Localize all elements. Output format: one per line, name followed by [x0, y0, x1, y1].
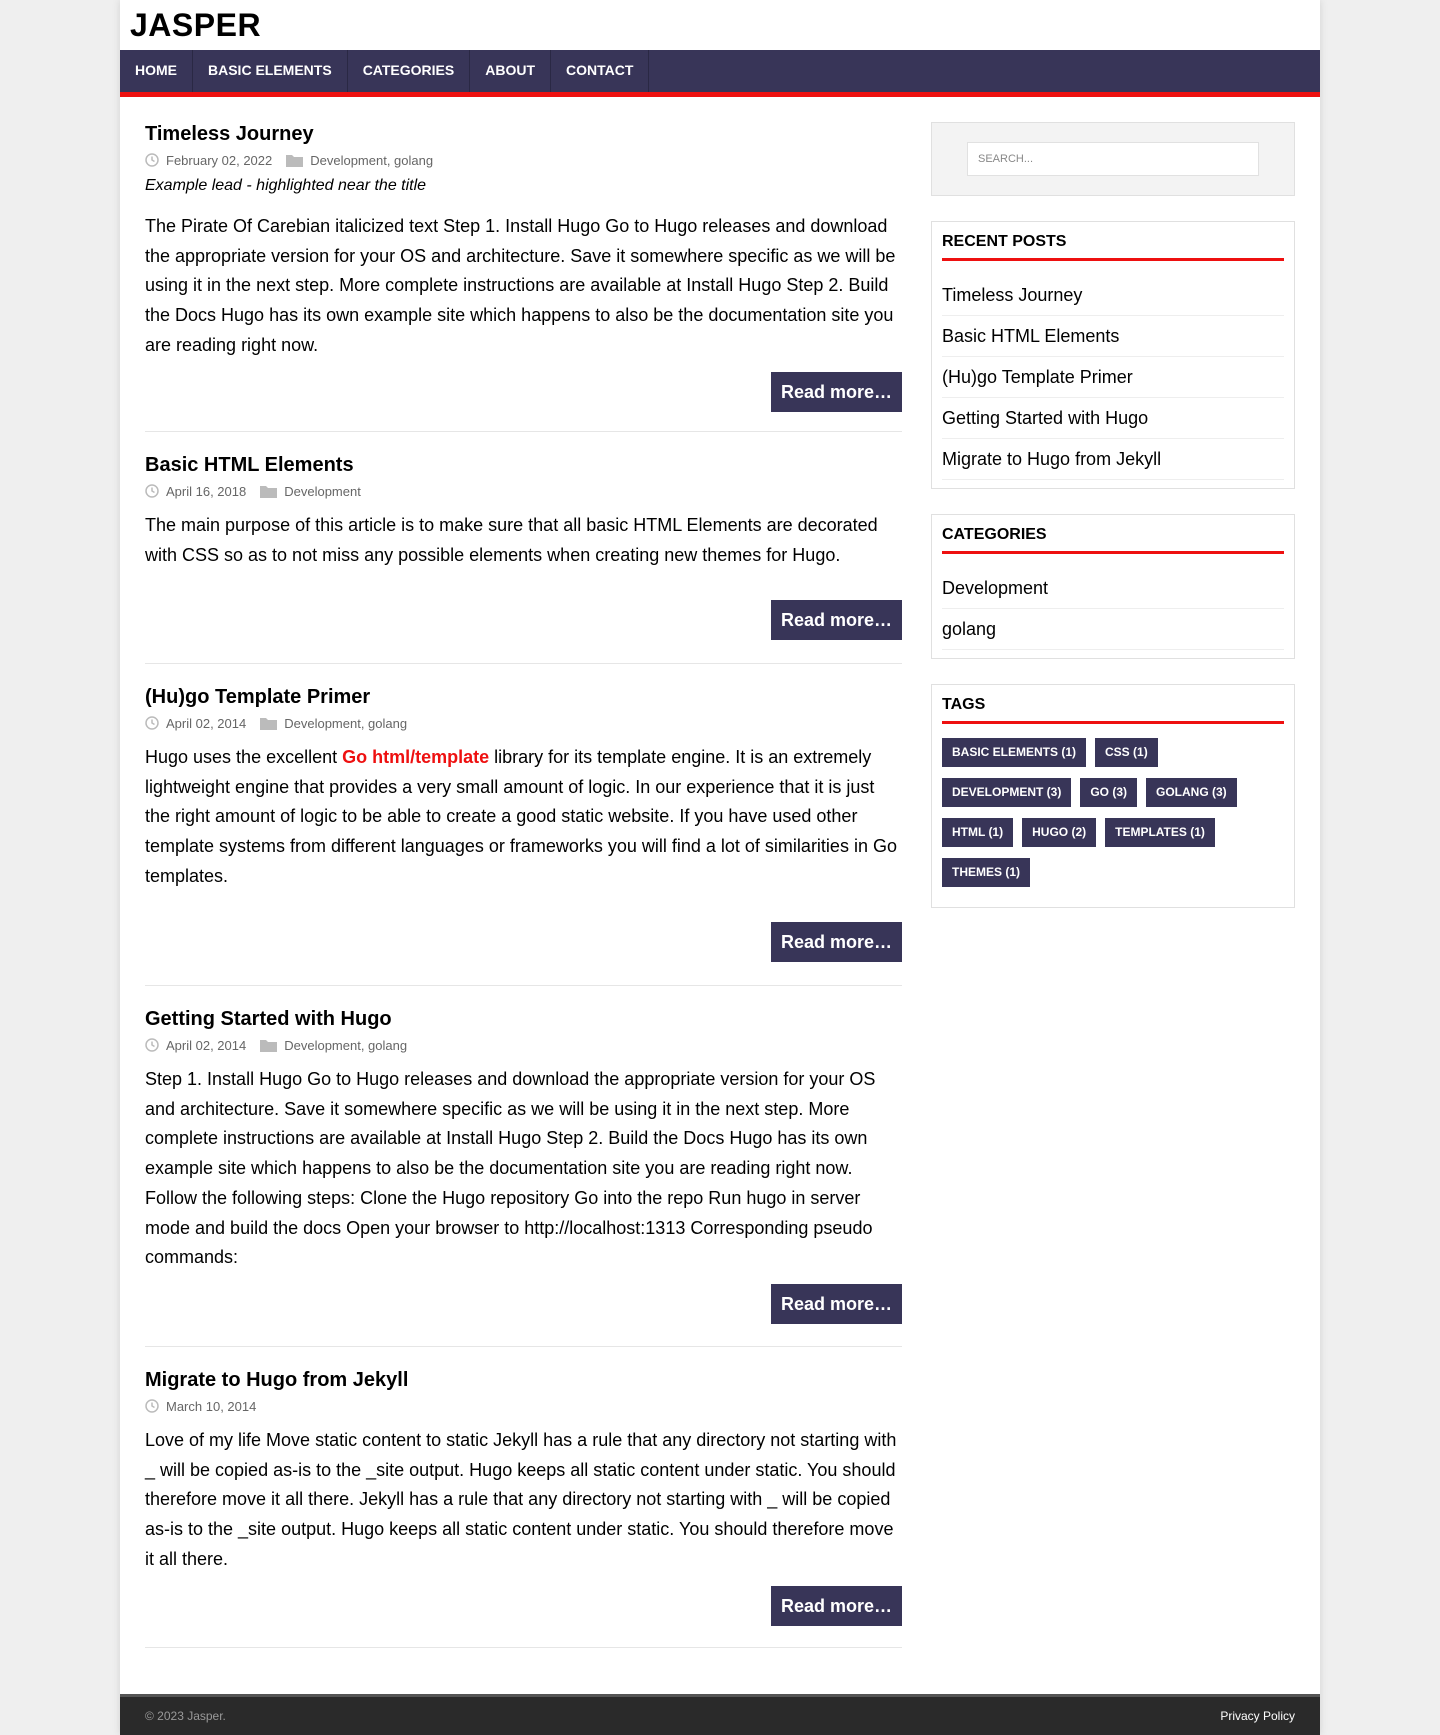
read-more-button[interactable]: Read more…: [770, 1585, 902, 1626]
clock-icon: [145, 1399, 159, 1413]
nav-basic-elements[interactable]: BASIC ELEMENTS: [193, 50, 348, 92]
search-widget: SEARCH...: [931, 122, 1295, 196]
post-meta: April 02, 2014 Development, golang: [145, 713, 902, 733]
nav-home[interactable]: HOME: [120, 50, 193, 92]
go-template-link[interactable]: Go html/template: [342, 747, 489, 767]
category-link[interactable]: golang: [942, 609, 1284, 650]
post-date: April 16, 2018: [166, 483, 247, 499]
nav-categories[interactable]: CATEGORIES: [348, 50, 471, 92]
nav-contact[interactable]: CONTACT: [551, 50, 650, 92]
category-link[interactable]: Development: [942, 568, 1284, 609]
post-excerpt: Step 1. Install Hugo Go to Hugo releases…: [145, 1069, 876, 1268]
tag-link[interactable]: DEVELOPMENT (3): [942, 778, 1072, 807]
folder-icon: [260, 1040, 278, 1052]
post-date: March 10, 2014: [166, 1398, 257, 1414]
tag-link[interactable]: GOLANG (3): [1146, 778, 1237, 807]
clock-icon: [145, 484, 159, 498]
main-nav: HOME BASIC ELEMENTS CATEGORIES ABOUT CON…: [120, 50, 1320, 97]
privacy-policy-link[interactable]: Privacy Policy: [1220, 1709, 1295, 1723]
clock-icon: [145, 1038, 159, 1052]
post-categories[interactable]: Development, golang: [310, 153, 433, 168]
post-title[interactable]: Timeless Journey: [145, 122, 902, 146]
copyright-text: © 2023 Jasper.: [145, 1709, 226, 1723]
post-item: Basic HTML Elements April 16, 2018 Devel…: [145, 432, 902, 664]
folder-icon: [286, 155, 304, 167]
tag-link[interactable]: GO (3): [1080, 778, 1138, 807]
post-date: February 02, 2022: [166, 152, 273, 168]
post-title[interactable]: (Hu)go Template Primer: [145, 685, 902, 709]
post-categories[interactable]: Development: [284, 484, 361, 499]
read-more-button[interactable]: Read more…: [770, 1283, 902, 1324]
widget-title: CATEGORIES: [942, 525, 1284, 554]
post-categories[interactable]: Development, golang: [284, 1038, 407, 1053]
sidebar: SEARCH... RECENT POSTS Timeless Journey …: [931, 122, 1295, 933]
post-item: Migrate to Hugo from Jekyll March 10, 20…: [145, 1347, 902, 1648]
post-meta: February 02, 2022 Development, golang: [145, 150, 902, 170]
post-lead: Example lead - highlighted near the titl…: [145, 177, 427, 194]
nav-about[interactable]: ABOUT: [470, 50, 551, 92]
tag-link[interactable]: TEMPLATES (1): [1105, 818, 1215, 847]
post-date: April 02, 2014: [166, 715, 247, 731]
tag-link[interactable]: HUGO (2): [1022, 818, 1097, 847]
recent-post-link[interactable]: Timeless Journey: [942, 275, 1284, 316]
post-title[interactable]: Migrate to Hugo from Jekyll: [145, 1368, 902, 1392]
recent-post-link[interactable]: Getting Started with Hugo: [942, 398, 1284, 439]
recent-post-link[interactable]: (Hu)go Template Primer: [942, 357, 1284, 398]
post-meta: April 16, 2018 Development: [145, 481, 902, 501]
tag-link[interactable]: THEMES (1): [942, 858, 1031, 887]
tag-link[interactable]: BASIC ELEMENTS (1): [942, 738, 1087, 767]
post-list: Timeless Journey February 02, 2022 Devel…: [145, 122, 902, 1648]
post-title[interactable]: Basic HTML Elements: [145, 453, 902, 477]
tag-cloud: BASIC ELEMENTS (1) CSS (1) DEVELOPMENT (…: [942, 738, 1284, 899]
post-date: April 02, 2014: [166, 1037, 247, 1053]
post-item: Getting Started with Hugo April 02, 2014…: [145, 986, 902, 1347]
excerpt-text: library for its template engine. It is a…: [145, 747, 897, 886]
recent-posts-widget: RECENT POSTS Timeless Journey Basic HTML…: [931, 221, 1295, 489]
post-meta: April 02, 2014 Development, golang: [145, 1035, 902, 1055]
categories-widget: CATEGORIES Development golang: [931, 514, 1295, 659]
recent-post-link[interactable]: Migrate to Hugo from Jekyll: [942, 439, 1284, 480]
site-header: JASPER: [120, 0, 1320, 50]
post-excerpt: Love of my life Move static content to s…: [145, 1430, 897, 1569]
site-logo[interactable]: JASPER: [130, 6, 1310, 44]
tag-link[interactable]: CSS (1): [1095, 738, 1158, 767]
post-categories[interactable]: Development, golang: [284, 716, 407, 731]
page-container: JASPER HOME BASIC ELEMENTS CATEGORIES AB…: [120, 0, 1320, 1735]
read-more-button[interactable]: Read more…: [770, 600, 902, 641]
widget-title: RECENT POSTS: [942, 232, 1284, 261]
post-excerpt: The main purpose of this article is to m…: [145, 515, 878, 565]
clock-icon: [145, 716, 159, 730]
tags-widget: TAGS BASIC ELEMENTS (1) CSS (1) DEVELOPM…: [931, 684, 1295, 908]
folder-icon: [260, 486, 278, 498]
folder-icon: [260, 718, 278, 730]
clock-icon: [145, 153, 159, 167]
site-footer: © 2023 Jasper. Privacy Policy: [120, 1694, 1320, 1735]
post-excerpt: The Pirate Of Carebian italicized text S…: [145, 216, 896, 355]
post-excerpt: Hugo uses the excellent Go html/template…: [145, 743, 902, 892]
read-more-button[interactable]: Read more…: [770, 371, 902, 412]
post-item: (Hu)go Template Primer April 02, 2014 De…: [145, 664, 902, 986]
widget-title: TAGS: [942, 695, 1284, 724]
post-meta: March 10, 2014: [145, 1396, 902, 1416]
recent-post-link[interactable]: Basic HTML Elements: [942, 316, 1284, 357]
excerpt-text: Hugo uses the excellent: [145, 747, 343, 767]
search-input[interactable]: SEARCH...: [967, 142, 1259, 176]
post-item: Timeless Journey February 02, 2022 Devel…: [145, 122, 902, 432]
post-title[interactable]: Getting Started with Hugo: [145, 1007, 902, 1031]
tag-link[interactable]: HTML (1): [942, 818, 1014, 847]
read-more-button[interactable]: Read more…: [770, 921, 902, 962]
